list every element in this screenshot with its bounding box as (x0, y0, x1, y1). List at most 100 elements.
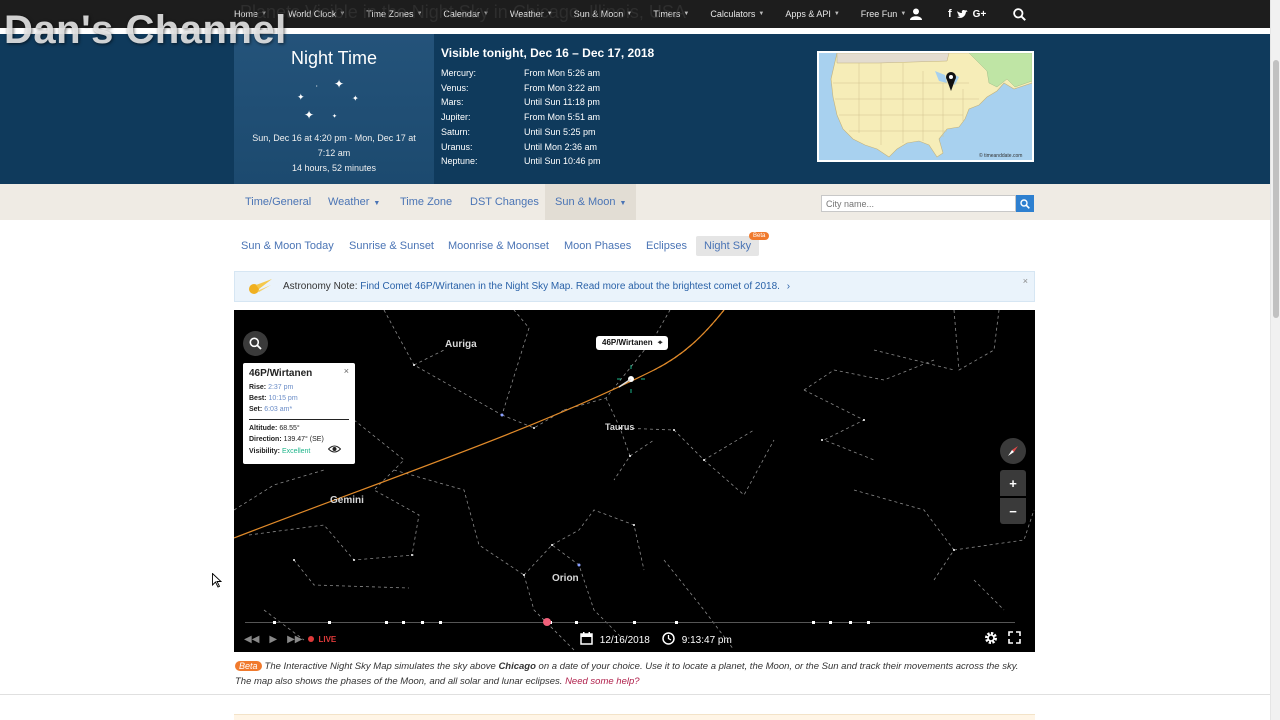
subnav-tab[interactable]: Time/General (245, 184, 311, 220)
planet-name: Uranus: (441, 141, 473, 152)
zoom-in-button[interactable]: + (1000, 470, 1026, 496)
facebook-icon[interactable]: f (948, 8, 952, 20)
help-link[interactable]: Need some help? (565, 676, 639, 687)
map-credit: © timeanddate.com (979, 152, 1022, 159)
search-icon[interactable] (1013, 7, 1027, 21)
page-scrollbar[interactable] (1270, 0, 1280, 720)
constellation-lines (234, 310, 1035, 651)
scrollbar-thumb[interactable] (1273, 60, 1279, 318)
constellation-label: Gemini (330, 495, 364, 506)
eye-icon[interactable] (328, 445, 342, 457)
planet-name: Mars: (441, 97, 464, 108)
night-sky-map[interactable]: Auriga Taurus Gemini Orion 46P/Wirtanen … (234, 310, 1035, 652)
subnav-tab[interactable]: Weather ▼ (328, 184, 380, 220)
planet-name: Neptune: (441, 156, 478, 167)
constellation-label: Taurus (605, 422, 635, 432)
comet-info-popup: × 46P/Wirtanen Rise: 2:37 pm Best: 10:15… (243, 363, 355, 464)
planet-name: Venus: (441, 82, 469, 93)
sun-moon-tab[interactable]: Moon Phases (564, 236, 631, 256)
sun-moon-tab[interactable]: Sun & Moon Today (241, 236, 334, 256)
chevron-right-icon[interactable]: › (787, 281, 790, 292)
nav-item[interactable]: Apps & API ▼ (785, 9, 839, 19)
live-button[interactable]: LIVE (308, 635, 336, 644)
chevron-down-icon: ▼ (619, 200, 627, 207)
fullscreen-icon[interactable] (1008, 631, 1021, 647)
planet-time: From Mon 5:51 am (524, 112, 601, 123)
astronomy-note: Astronomy Note: Find Comet 46P/Wirtanen … (234, 271, 1035, 302)
planet-time: Until Sun 11:18 pm (524, 97, 600, 108)
chevron-down-icon: ▼ (416, 11, 423, 17)
nav-item[interactable]: Calculators ▼ (710, 9, 764, 19)
play-icon[interactable]: ▶ (269, 634, 277, 645)
altitude-value: 68.55° (279, 425, 300, 432)
top-nav-icons: f G+ (910, 0, 1027, 28)
city-search-input[interactable] (821, 195, 1016, 212)
sun-moon-tab[interactable]: Sunrise & Sunset (349, 236, 434, 256)
hero-banner: Night Time ✦ ✦ ✦ ✦ ✦ • Sun, Dec 16 at 4:… (0, 34, 1270, 184)
compass-icon (1008, 446, 1018, 456)
location-map[interactable]: © timeanddate.com (817, 51, 1034, 162)
time-slider[interactable] (245, 618, 1015, 626)
location-name: Chicago (498, 661, 536, 672)
nav-item[interactable]: Timers ▼ (653, 9, 689, 19)
time-slider-handle[interactable] (543, 618, 551, 626)
user-icon[interactable] (910, 8, 922, 20)
night-range: Sun, Dec 16 at 4:20 pm - Mon, Dec 17 at … (252, 133, 416, 158)
fast-forward-icon[interactable]: ▶▶ (287, 634, 302, 645)
rewind-icon[interactable]: ◀◀ (244, 634, 259, 645)
planet-row: Mars: Until Sun 11:18 pm (441, 95, 654, 110)
sun-moon-tab[interactable]: Moonrise & Moonset (448, 236, 549, 256)
clock-icon (662, 632, 675, 645)
subnav-tab[interactable]: DST Changes (470, 184, 539, 220)
time-picker[interactable]: 9:13:47 pm (662, 632, 732, 646)
nav-item[interactable]: Sun & Moon ▼ (574, 9, 632, 19)
note-link[interactable]: Find Comet 46P/Wirtanen in the Night Sky… (360, 281, 780, 292)
nav-item[interactable]: Free Fun ▼ (861, 9, 906, 19)
planet-time: Until Sun 5:25 pm (524, 126, 596, 137)
map-description: Beta The Interactive Night Sky Map simula… (235, 661, 1019, 687)
planet-row: Mercury: From Mon 5:26 am (441, 66, 654, 81)
crosshair-icon[interactable]: ⌖ (658, 338, 663, 347)
sun-moon-tab[interactable]: Eclipses (646, 236, 687, 256)
best-time: 10:15 pm (268, 395, 298, 402)
chevron-down-icon: ▼ (373, 200, 381, 207)
bottom-panel (234, 714, 1035, 720)
playback-controls: ◀◀ ▶ ▶▶ LIVE (244, 632, 336, 646)
section-navigation: Time/General Weather ▼ Time Zone DST Changes… (0, 184, 1270, 220)
chevron-down-icon: ▼ (482, 11, 489, 17)
planet-row: Saturn: Until Sun 5:25 pm (441, 125, 654, 140)
date-picker[interactable]: 12/16/2018 (580, 632, 650, 646)
google-plus-icon[interactable]: G+ (973, 9, 987, 20)
chevron-down-icon: ▼ (339, 11, 346, 17)
nav-item[interactable]: World Clock ▼ (288, 9, 345, 19)
comet-label[interactable]: 46P/Wirtanen ⌖ (596, 336, 669, 350)
planet-name: Mercury: (441, 68, 477, 78)
planet-row: Venus: From Mon 3:22 am (441, 81, 654, 96)
chevron-down-icon: ▼ (900, 11, 907, 17)
date-value: 12/16/2018 (599, 635, 650, 646)
subnav-tab[interactable]: Sun & Moon ▼ (545, 184, 637, 220)
twitter-icon[interactable] (956, 9, 968, 19)
planet-time: From Mon 5:26 am (524, 68, 601, 78)
popup-close-button[interactable]: × (344, 366, 349, 376)
chevron-down-icon: ▼ (758, 11, 765, 17)
subnav-tab[interactable]: Time Zone (400, 184, 452, 220)
settings-icon[interactable] (984, 631, 998, 648)
comet-icon (249, 279, 272, 294)
constellation-label: Auriga (445, 339, 477, 350)
rise-time: 2:37 pm (268, 384, 294, 391)
search-icon (249, 337, 262, 350)
zoom-out-button[interactable]: − (1000, 498, 1026, 524)
city-search-button[interactable] (1016, 195, 1034, 212)
night-time-panel: Night Time ✦ ✦ ✦ ✦ ✦ • Sun, Dec 16 at 4:… (234, 34, 434, 184)
note-close-button[interactable]: × (1023, 276, 1028, 286)
nav-item[interactable]: Weather ▼ (510, 9, 553, 19)
compass-button[interactable] (1000, 438, 1026, 464)
planet-time: From Mon 3:22 am (524, 82, 601, 93)
sky-search-button[interactable] (243, 331, 268, 356)
nav-item[interactable]: Time Zones ▼ (366, 9, 422, 19)
divider (0, 694, 1270, 695)
visible-heading: Visible tonight, Dec 16 – Dec 17, 2018 (441, 46, 655, 60)
nav-item[interactable]: Calendar ▼ (443, 9, 488, 19)
chevron-down-icon: ▼ (833, 11, 840, 17)
